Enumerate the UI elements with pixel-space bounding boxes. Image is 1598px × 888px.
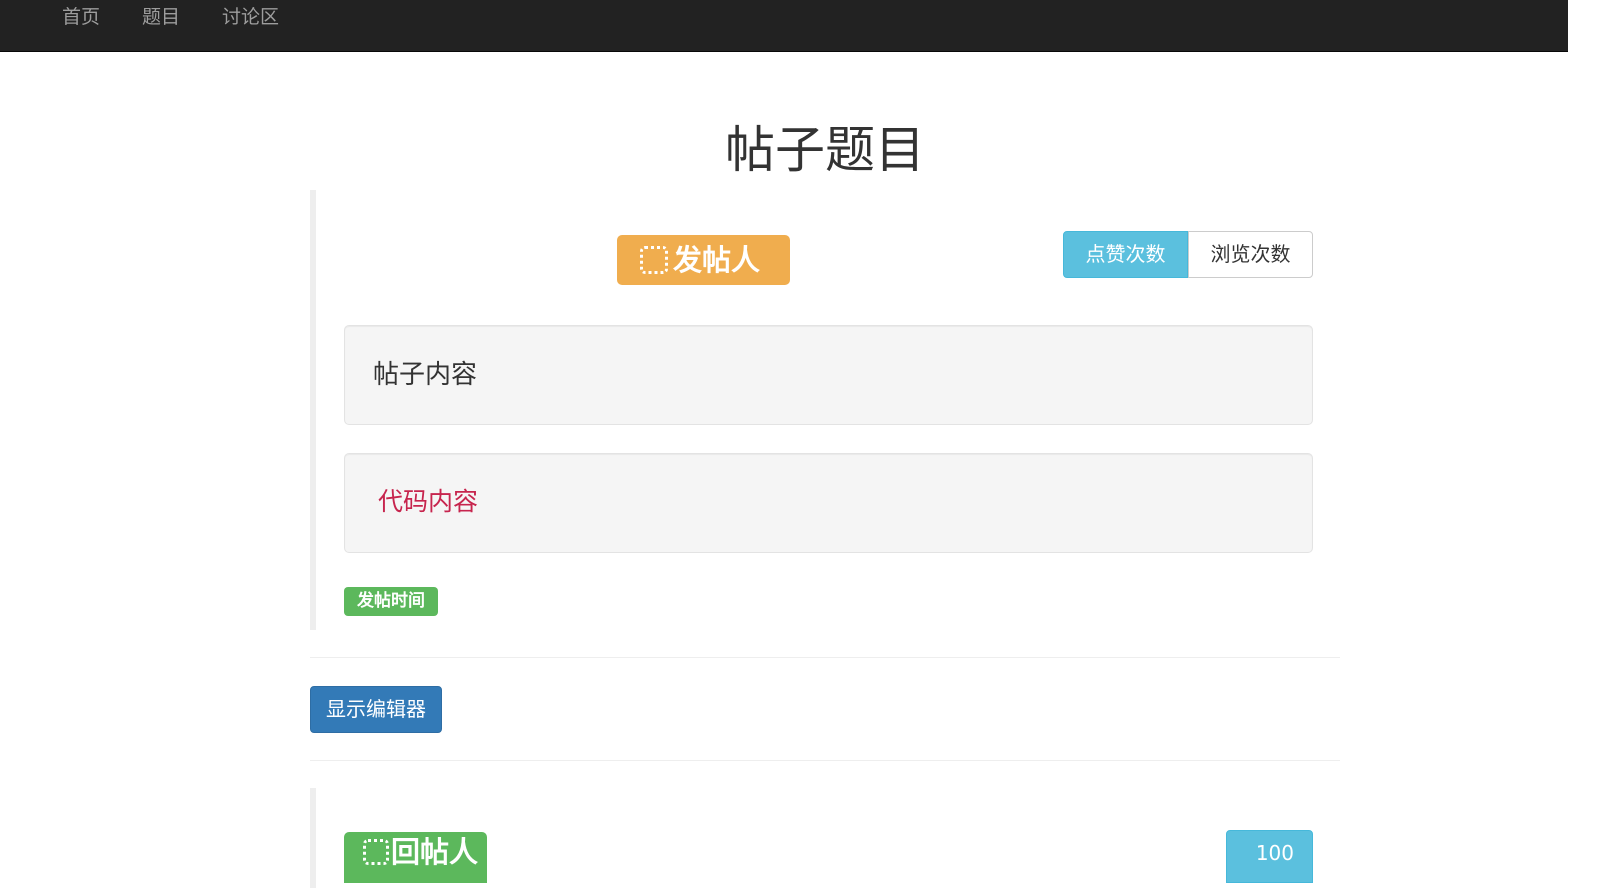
certificate-icon xyxy=(640,246,668,274)
nav-home-link[interactable]: 首页 xyxy=(62,4,100,30)
nav-problems-link[interactable]: 题目 xyxy=(142,4,180,30)
author-label-text: 发帖人 xyxy=(673,243,761,277)
post-content-text: 帖子内容 xyxy=(373,360,478,390)
post-time-label: 发帖时间 xyxy=(344,587,438,616)
certificate-icon xyxy=(363,839,389,865)
replier-label: 回帖人 xyxy=(344,832,487,883)
post-stats-group: 点赞次数 浏览次数 xyxy=(1063,231,1313,278)
nav-discussion-link[interactable]: 讨论区 xyxy=(222,4,279,30)
reply-count-button[interactable]: 100 xyxy=(1226,830,1313,883)
like-count-button[interactable]: 点赞次数 xyxy=(1063,231,1188,278)
top-navbar: 首页 题目 讨论区 xyxy=(0,0,1568,52)
post-title: 帖子题目 xyxy=(725,121,925,179)
code-content-text: 代码内容 xyxy=(378,489,479,516)
divider xyxy=(310,657,1340,658)
code-content-well: 代码内容 xyxy=(344,453,1313,553)
post-content-well: 帖子内容 xyxy=(344,325,1313,425)
author-label: 发帖人 xyxy=(617,235,790,285)
view-count-button[interactable]: 浏览次数 xyxy=(1188,231,1313,278)
replier-label-text: 回帖人 xyxy=(391,835,479,869)
show-editor-button[interactable]: 显示编辑器 xyxy=(310,686,442,733)
divider xyxy=(310,760,1340,761)
